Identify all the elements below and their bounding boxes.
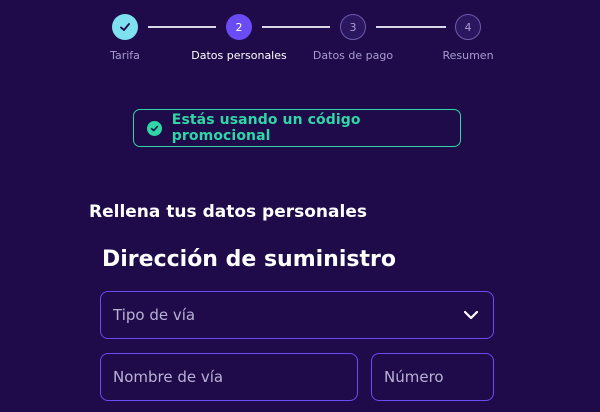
- step-4-number: 4: [464, 20, 472, 34]
- street-name-placeholder: Nombre de vía: [113, 368, 224, 386]
- section-title: Rellena tus datos personales: [89, 202, 367, 222]
- street-type-select[interactable]: Tipo de vía: [100, 291, 494, 339]
- step-connector: [262, 26, 330, 28]
- step-3-number: 3: [349, 20, 357, 34]
- step-1-label: Tarifa: [110, 49, 140, 62]
- step-2-label: Datos personales: [191, 49, 287, 62]
- step-1-done[interactable]: [112, 14, 138, 40]
- step-3-label: Datos de pago: [312, 49, 394, 62]
- step-2-number: 2: [235, 20, 243, 34]
- street-name-input[interactable]: Nombre de vía: [100, 353, 358, 401]
- step-2-circle[interactable]: 2: [226, 14, 252, 40]
- promo-text: Estás usando un código promocional: [171, 112, 361, 144]
- step-4-circle[interactable]: 4: [455, 14, 481, 40]
- step-connector: [148, 26, 216, 28]
- street-number-input[interactable]: Número: [371, 353, 494, 401]
- check-icon: [120, 23, 130, 31]
- step-3-circle[interactable]: 3: [340, 14, 366, 40]
- step-4-label: Resumen: [442, 49, 494, 62]
- check-circle-icon: [147, 120, 162, 136]
- street-type-placeholder: Tipo de vía: [113, 306, 196, 324]
- signup-page: 2 3 4 Tarifa Datos personales Datos de p…: [0, 0, 600, 412]
- step-connector: [376, 26, 446, 28]
- address-title: Dirección de suministro: [102, 247, 396, 272]
- promo-code-banner: Estás usando un código promocional: [133, 109, 461, 147]
- street-number-placeholder: Número: [384, 368, 444, 386]
- chevron-down-icon: [463, 310, 479, 320]
